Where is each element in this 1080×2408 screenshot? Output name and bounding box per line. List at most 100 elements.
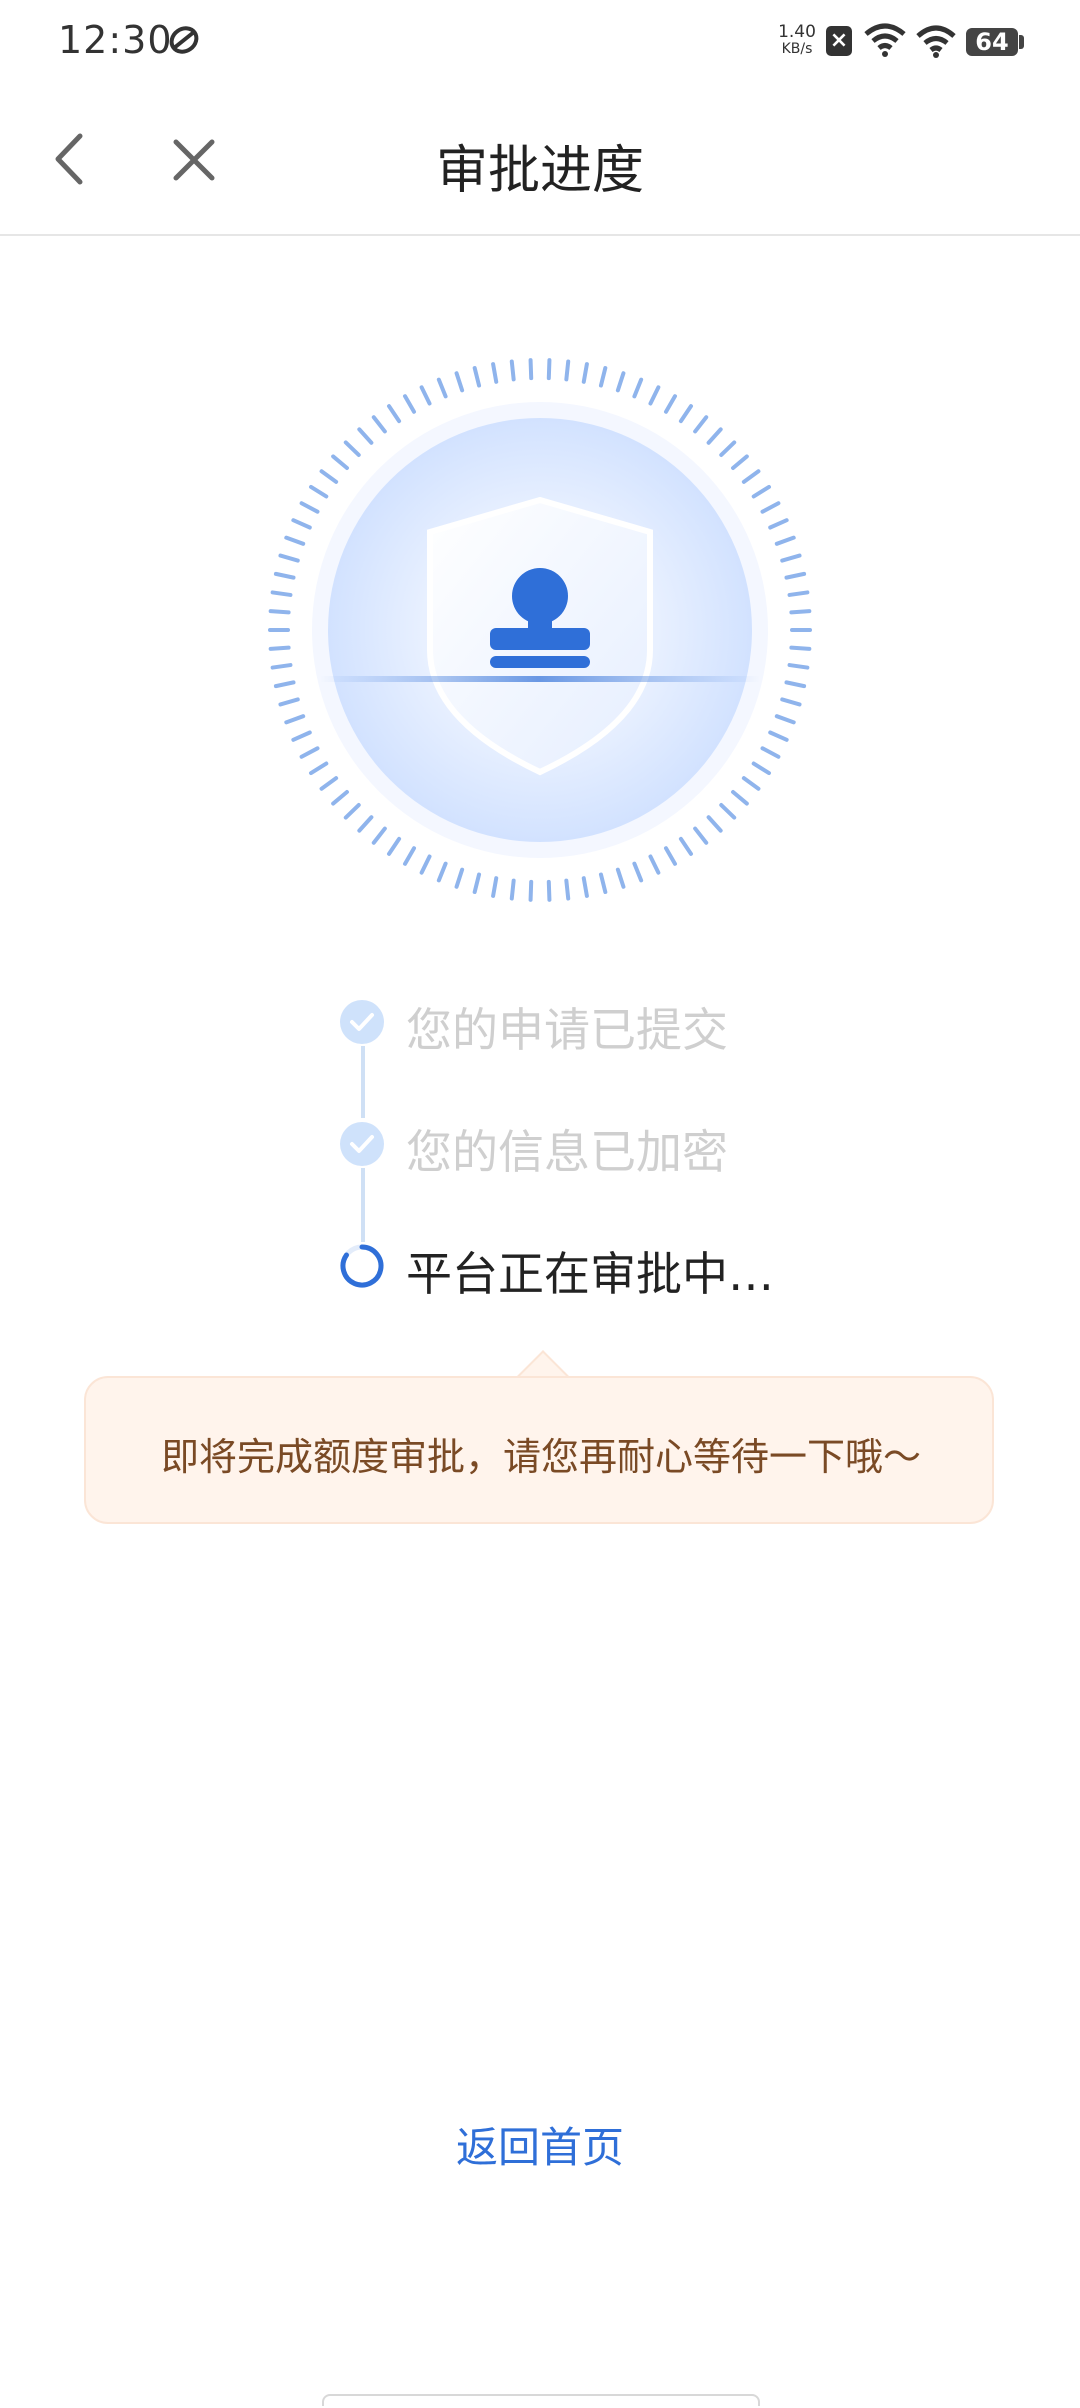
decorative-tick	[741, 776, 761, 791]
decorative-tick	[615, 867, 626, 889]
decorative-tick	[546, 358, 552, 381]
home-indicator	[322, 2394, 760, 2406]
battery-icon: 64	[966, 28, 1018, 56]
decorative-tick	[768, 518, 789, 530]
network-speed: 1.40 KB/s	[774, 24, 820, 58]
decorative-tick	[270, 663, 293, 670]
decorative-tick	[615, 371, 626, 393]
decorative-tick	[632, 377, 644, 399]
step-label: 您的信息已加密	[406, 1125, 728, 1179]
decorative-tick	[632, 861, 644, 883]
decorative-tick	[278, 553, 300, 563]
decorative-tick	[581, 876, 589, 898]
decorative-tick	[581, 362, 589, 384]
decorative-tick	[731, 789, 749, 806]
network-speed-value: 1.40	[778, 22, 816, 42]
decorative-tick	[678, 836, 693, 856]
decorative-tick	[731, 454, 749, 471]
decorative-tick	[371, 826, 387, 845]
navigation-bar: 审批进度	[0, 84, 1080, 236]
tip-bubble: 即将完成额度审批，请您再耐心等待一下哦～	[84, 1376, 994, 1524]
decorative-tick	[491, 876, 499, 898]
decorative-tick	[789, 645, 812, 651]
step-item: 平台正在审批中…	[330, 1234, 930, 1304]
decorative-tick	[760, 746, 781, 759]
blocked-icon: ×	[826, 26, 852, 56]
decorative-tick	[436, 377, 448, 399]
decorative-tick	[564, 878, 571, 901]
decorative-tick	[528, 358, 534, 381]
step-label: 平台正在审批中…	[406, 1247, 774, 1301]
loading-spinner-icon	[340, 1244, 384, 1288]
decorative-tick	[664, 394, 677, 414]
decorative-tick	[454, 867, 465, 889]
decorative-tick	[357, 427, 374, 445]
decorative-tick	[419, 854, 432, 875]
check-circle-icon	[340, 1000, 384, 1044]
decorative-tick	[706, 815, 723, 833]
decorative-tick	[787, 590, 810, 597]
decorative-tick	[787, 663, 810, 670]
step-label: 您的申请已提交	[406, 1003, 728, 1057]
decorative-tick	[719, 440, 737, 457]
decorative-tick	[331, 789, 349, 806]
decorative-tick	[768, 730, 789, 742]
decorative-tick	[509, 359, 516, 382]
decorative-tick	[436, 861, 448, 883]
decorative-tick	[309, 761, 329, 776]
decorative-tick	[268, 609, 291, 615]
decorative-tick	[403, 394, 416, 414]
decorative-tick	[472, 366, 482, 388]
decorative-tick	[751, 484, 771, 499]
decorative-tick	[403, 846, 416, 866]
step-item: 您的信息已加密	[330, 1112, 930, 1182]
decorative-tick	[509, 878, 516, 901]
decorative-tick	[371, 415, 387, 434]
return-home-link[interactable]: 返回首页	[0, 2114, 1080, 2175]
decorative-tick	[780, 697, 802, 707]
decorative-tick	[309, 484, 329, 499]
network-speed-unit: KB/s	[781, 41, 813, 57]
decorative-tick	[564, 359, 571, 382]
decorative-tick	[648, 854, 661, 875]
step-item: 您的申请已提交	[330, 990, 930, 1060]
status-bar: 12:30 1.40 KB/s × 64	[0, 0, 1080, 84]
decorative-tick	[319, 776, 339, 791]
decorative-tick	[331, 454, 349, 471]
decorative-tick	[598, 366, 608, 388]
decorative-tick	[664, 846, 677, 866]
decorative-tick	[299, 746, 320, 759]
decorative-tick	[774, 714, 796, 725]
status-time: 12:30	[58, 18, 173, 62]
page-title: 审批进度	[435, 141, 644, 201]
decorative-tick	[546, 879, 552, 902]
decorative-tick	[454, 371, 465, 393]
decorative-tick	[789, 609, 812, 615]
decorative-tick	[719, 803, 737, 820]
decorative-tick	[472, 872, 482, 894]
decorative-tick	[693, 415, 709, 434]
check-circle-icon	[340, 1122, 384, 1166]
decorative-tick	[343, 803, 361, 820]
wifi-icon	[916, 25, 956, 58]
decorative-tick	[273, 680, 296, 689]
decorative-tick	[598, 872, 608, 894]
shield-stamp-icon	[268, 358, 812, 902]
decorative-tick	[491, 362, 499, 384]
app-notification-icon	[169, 26, 199, 54]
decorative-tick	[784, 571, 807, 580]
decorative-tick	[284, 714, 306, 725]
decorative-tick	[343, 440, 361, 457]
decorative-tick	[751, 761, 771, 776]
decorative-tick	[419, 385, 432, 406]
wifi-icon	[864, 23, 906, 57]
decorative-tick	[291, 518, 312, 530]
decorative-tick	[528, 879, 534, 902]
tip-text: 即将完成额度审批，请您再耐心等待一下哦～	[160, 1435, 921, 1479]
progress-steps: 您的申请已提交 您的信息已加密 平台正在审批中…	[330, 990, 930, 1310]
decorative-tick	[648, 385, 661, 406]
decorative-tick	[774, 535, 796, 546]
decorative-tick	[273, 571, 296, 580]
decorative-tick	[270, 590, 293, 597]
decorative-tick	[784, 680, 807, 689]
